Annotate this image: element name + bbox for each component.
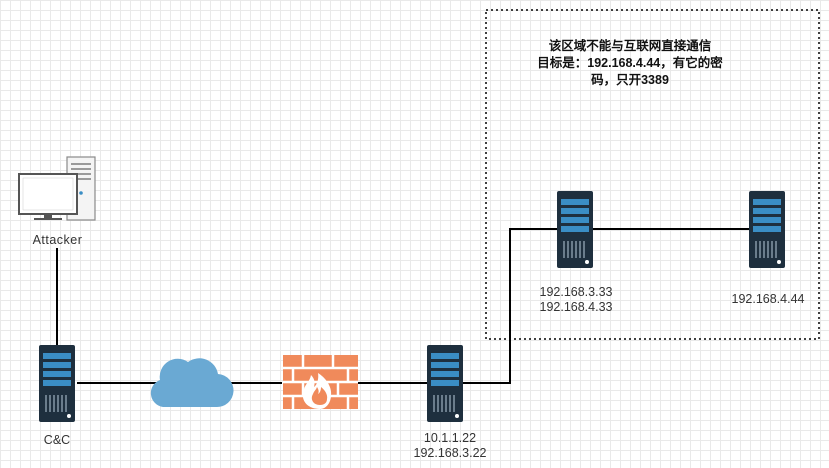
cnc-label: C&C xyxy=(43,433,71,447)
zone-note-line2: 目标是：192.168.4.44，有它的密 xyxy=(537,56,723,70)
gateway-server-icon xyxy=(427,345,463,422)
target-server-icon xyxy=(749,191,785,268)
pivot-label: 192.168.3.33 192.168.4.33 xyxy=(521,285,631,315)
cnc-server-icon xyxy=(39,345,75,422)
internet-cloud-icon xyxy=(150,358,234,408)
isolated-zone-note: 该区域不能与互联网直接通信 目标是：192.168.4.44，有它的密 码，只开… xyxy=(500,38,760,89)
zone-note-line1: 该区域不能与互联网直接通信 xyxy=(548,39,712,53)
target-label: 192.168.4.44 xyxy=(713,292,823,307)
zone-note-line3: 码，只开3389 xyxy=(591,73,669,87)
gateway-label: 10.1.1.22 192.168.3.22 xyxy=(395,431,505,461)
pivot-ip-2: 192.168.4.33 xyxy=(539,300,613,314)
firewall-icon xyxy=(283,355,358,409)
gateway-ip-1: 10.1.1.22 xyxy=(423,431,477,445)
pivot-ip-1: 192.168.3.33 xyxy=(539,285,613,299)
target-ip-1: 192.168.4.44 xyxy=(731,292,805,306)
attacker-label: Attacker xyxy=(32,233,83,247)
pivot-server-icon xyxy=(557,191,593,268)
attacker-pc-icon xyxy=(18,156,96,221)
gateway-ip-2: 192.168.3.22 xyxy=(413,446,487,460)
